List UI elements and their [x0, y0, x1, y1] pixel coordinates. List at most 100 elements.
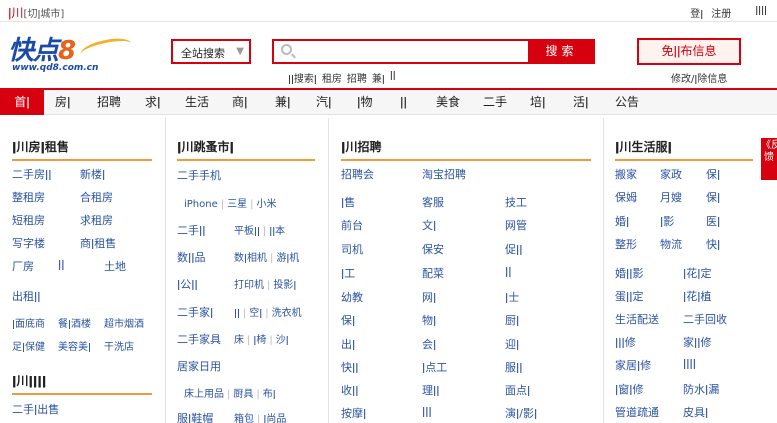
hot-keyword[interactable]: 招聘	[347, 70, 367, 85]
list-item[interactable]: 写字楼	[12, 235, 45, 251]
list-item[interactable]: 服ǀǀ	[505, 359, 523, 375]
list-item[interactable]: 出ǀ	[341, 336, 355, 352]
switch-city-link[interactable]: [切ǀ城市]	[24, 9, 65, 20]
list-item[interactable]: 土地	[104, 258, 126, 274]
manage-post-link[interactable]: 修改/ǀ除信息	[671, 70, 727, 85]
list-item[interactable]: ǀǀ	[58, 258, 65, 271]
list-item[interactable]: ǀ公ǀǀ	[177, 276, 198, 292]
nav-item[interactable]: 生活	[185, 90, 209, 115]
list-item[interactable]: 淘宝招聘	[422, 166, 466, 182]
list-item[interactable]: 二手ǀ出售	[12, 401, 59, 417]
list-item[interactable]: 厂房	[12, 258, 34, 274]
list-item[interactable]: 厨ǀ	[505, 312, 519, 328]
list-item[interactable]: 家政	[660, 166, 682, 182]
list-item[interactable]: ǀ点工	[422, 359, 447, 375]
search-input[interactable]	[298, 44, 518, 60]
nav-item[interactable]: 培ǀ	[530, 90, 546, 115]
list-item[interactable]: 迎ǀ	[505, 336, 519, 352]
list-item[interactable]: 搬家	[615, 166, 637, 182]
search-scope-select[interactable]: 全站搜索 ▼	[171, 39, 251, 64]
list-item[interactable]: ǀǀǀǀ	[683, 357, 696, 370]
list-item[interactable]: 足ǀ保健	[12, 338, 45, 353]
list-item[interactable]: ǀǀ	[505, 265, 512, 278]
sub-link[interactable]: 布ǀ	[263, 389, 276, 400]
nav-item[interactable]: 二手	[483, 90, 507, 115]
list-item[interactable]: 物ǀ	[422, 312, 436, 328]
list-item[interactable]: 服ǀ鞋帽	[177, 410, 213, 423]
list-item[interactable]: 会ǀ	[422, 336, 436, 352]
nav-item[interactable]: 公告	[615, 90, 639, 115]
nav-item[interactable]: 招聘	[97, 90, 121, 115]
list-item[interactable]: 干洗店	[104, 338, 134, 353]
list-item[interactable]: 餐ǀ酒楼	[58, 315, 91, 330]
list-item[interactable]: 司机	[341, 241, 363, 257]
list-item[interactable]: 保ǀ	[341, 312, 355, 328]
list-item[interactable]: 超市烟酒	[104, 315, 144, 330]
list-item[interactable]: 保ǀ	[706, 189, 720, 205]
list-item[interactable]: 物流	[660, 236, 682, 252]
extra-link[interactable]: ǀǀǀǀ	[755, 5, 767, 20]
list-item[interactable]: 文ǀ	[422, 217, 436, 233]
login-link[interactable]: 登ǀ	[690, 5, 703, 20]
sub-link[interactable]: 打印机	[234, 280, 264, 291]
list-item[interactable]: 网ǀ	[422, 289, 436, 305]
sub-link[interactable]: 沙ǀ	[276, 335, 289, 346]
list-item[interactable]: 按摩ǀ	[341, 405, 366, 421]
list-item[interactable]: 新楼ǀ	[80, 166, 105, 182]
sub-link[interactable]: ǀ椅	[253, 335, 266, 346]
sub-link[interactable]: 三星	[227, 199, 247, 210]
sub-link[interactable]: 床	[234, 335, 244, 346]
list-item[interactable]: 快ǀǀ	[341, 359, 359, 375]
list-item[interactable]: 客服	[422, 194, 444, 210]
register-link[interactable]: 注册	[711, 5, 731, 20]
sub-link[interactable]: 数ǀ相机	[234, 253, 267, 264]
list-item[interactable]: 管道疏通	[615, 404, 659, 420]
list-item[interactable]: 合租房	[80, 189, 113, 205]
list-item[interactable]: 二手手机	[177, 167, 221, 183]
list-item[interactable]: 美容美ǀ	[58, 338, 91, 353]
sub-link[interactable]: ǀǀ本	[269, 226, 285, 237]
list-item[interactable]: 数ǀǀ品	[177, 249, 206, 265]
sub-link[interactable]: ǀ尚品	[263, 414, 286, 423]
list-item[interactable]: 皮具ǀ	[683, 404, 708, 420]
hot-keyword[interactable]: 租房	[322, 70, 342, 85]
list-item[interactable]: 医ǀ	[706, 213, 720, 229]
list-item[interactable]: ǀ影	[660, 213, 674, 229]
nav-item[interactable]: 汽ǀ	[316, 90, 332, 115]
list-item[interactable]: 配菜	[422, 265, 444, 281]
nav-item[interactable]: 兼ǀ	[275, 90, 291, 115]
list-item[interactable]: 防水ǀ漏	[683, 381, 719, 397]
list-item[interactable]: 二手家ǀ	[177, 304, 213, 320]
nav-item[interactable]: 房ǀ	[55, 90, 71, 115]
sub-link[interactable]: 空ǀ	[249, 308, 262, 319]
list-item[interactable]: ǀǀǀ修	[615, 334, 636, 350]
list-item[interactable]: 求租房	[80, 212, 113, 228]
list-item[interactable]: 面点ǀ	[505, 382, 530, 398]
list-item[interactable]: 居家日用	[177, 358, 221, 374]
list-item[interactable]: 保姆	[615, 189, 637, 205]
list-item[interactable]: 促ǀǀ	[505, 241, 523, 257]
sub-link[interactable]: 床上用品	[184, 389, 224, 400]
sub-link[interactable]: 箱包	[234, 414, 254, 423]
search-button[interactable]: 搜索	[528, 39, 595, 64]
sub-link[interactable]: ǀǀ	[234, 308, 240, 319]
hot-keyword[interactable]: ǀǀ搜索ǀ	[288, 70, 317, 85]
nav-item[interactable]: 求ǀ	[145, 90, 161, 115]
list-item[interactable]: ǀ花ǀ定	[683, 265, 712, 281]
list-item[interactable]: ǀ售	[341, 194, 355, 210]
list-item[interactable]: ǀ面底商	[12, 315, 45, 330]
nav-item[interactable]: 美食	[436, 90, 460, 115]
list-item[interactable]: 生活配送	[615, 311, 659, 327]
post-free-button[interactable]: 免ǀǀ布信息	[637, 38, 741, 65]
list-item[interactable]: 月嫂	[660, 189, 682, 205]
sub-link[interactable]: 平板ǀǀ	[234, 226, 260, 237]
sub-link[interactable]: 洗衣机	[272, 308, 302, 319]
list-item[interactable]: 网管	[505, 217, 527, 233]
list-item[interactable]: 家居ǀ修	[615, 357, 651, 373]
site-logo[interactable]: 快点8 www.qd8.com.cn	[8, 30, 134, 76]
list-item[interactable]: 保ǀ	[706, 166, 720, 182]
list-item[interactable]: 婚ǀǀ影	[615, 265, 644, 281]
list-item[interactable]: ǀ花ǀ植	[683, 288, 712, 304]
list-item[interactable]: 家ǀǀ修	[683, 334, 712, 350]
list-item[interactable]: 快ǀ	[706, 236, 720, 252]
